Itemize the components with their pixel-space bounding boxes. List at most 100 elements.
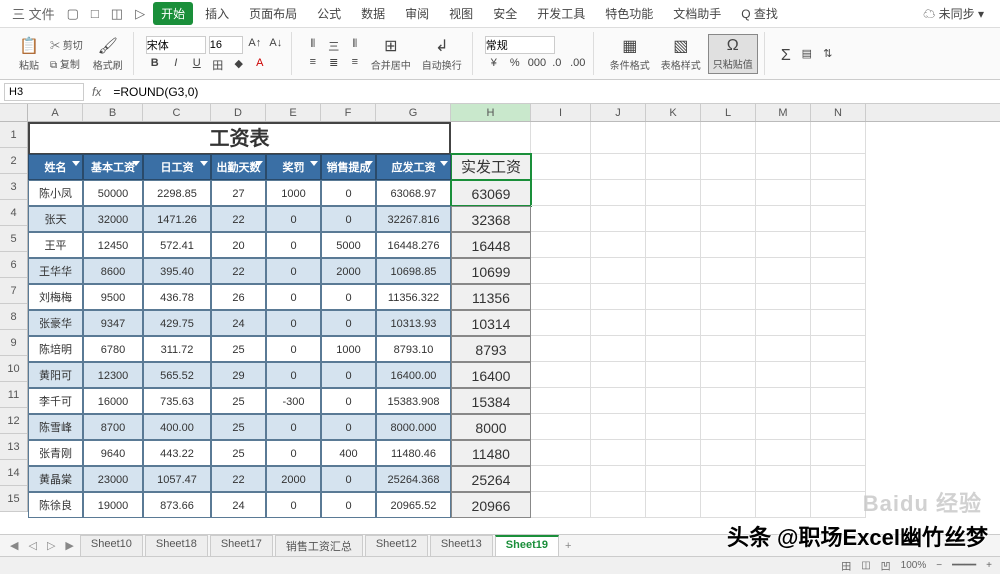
empty-cell[interactable]	[591, 466, 646, 492]
cut-button[interactable]: ✂ 剪切	[47, 36, 86, 53]
app-menu-icon[interactable]: 三 文件	[8, 2, 59, 25]
net-pay-cell[interactable]: 32368	[451, 206, 531, 232]
sheet-tab[interactable]: Sheet17	[210, 535, 273, 556]
empty-cell[interactable]	[756, 232, 811, 258]
sheet-tab[interactable]: Sheet13	[430, 535, 493, 556]
data-cell[interactable]: 429.75	[143, 310, 211, 336]
empty-cell[interactable]	[811, 336, 866, 362]
data-cell[interactable]: 黄阳可	[28, 362, 83, 388]
empty-cell[interactable]	[591, 310, 646, 336]
paste-values-button[interactable]: Ω只粘贴值	[708, 34, 758, 74]
empty-cell[interactable]	[591, 258, 646, 284]
data-cell[interactable]: 735.63	[143, 388, 211, 414]
data-cell[interactable]: 400.00	[143, 414, 211, 440]
empty-cell[interactable]	[646, 206, 701, 232]
empty-cell[interactable]	[531, 414, 591, 440]
data-cell[interactable]: 陈徐良	[28, 492, 83, 518]
empty-cell[interactable]	[756, 310, 811, 336]
redo-icon[interactable]: ◫	[107, 4, 127, 24]
print-icon[interactable]: ▷	[131, 4, 149, 24]
tab-devtools[interactable]: 开发工具	[529, 2, 593, 25]
empty-cell[interactable]	[591, 440, 646, 466]
empty-cell[interactable]	[531, 336, 591, 362]
view-page-icon[interactable]: ◫	[861, 560, 870, 571]
net-pay-cell[interactable]: 20966	[451, 492, 531, 518]
data-cell[interactable]: 1000	[321, 336, 376, 362]
sort-button[interactable]: ⇅	[819, 46, 837, 62]
data-cell[interactable]: 0	[321, 284, 376, 310]
filter-icon[interactable]	[200, 161, 208, 166]
empty-cell[interactable]	[701, 414, 756, 440]
empty-cell[interactable]	[811, 284, 866, 310]
empty-cell[interactable]	[646, 466, 701, 492]
tab-view[interactable]: 视图	[441, 2, 481, 25]
empty-cell[interactable]	[756, 492, 811, 518]
table-header[interactable]: 出勤天数	[211, 154, 266, 180]
empty-cell[interactable]	[756, 258, 811, 284]
data-cell[interactable]: 0	[266, 440, 321, 466]
filter-icon[interactable]	[72, 161, 80, 166]
font-name-select[interactable]	[146, 36, 206, 54]
sync-status[interactable]: ☁ 未同步 ▾	[915, 2, 992, 25]
net-pay-cell[interactable]: 11480	[451, 440, 531, 466]
tab-nav-next[interactable]: ▷	[43, 539, 59, 552]
dec-inc-button[interactable]: .0	[548, 56, 566, 72]
empty-cell[interactable]	[531, 180, 591, 206]
data-cell[interactable]: 12300	[83, 362, 143, 388]
empty-cell[interactable]	[646, 258, 701, 284]
filter-icon[interactable]	[440, 161, 448, 166]
data-cell[interactable]: 25	[211, 414, 266, 440]
data-cell[interactable]: 10313.93	[376, 310, 451, 336]
undo-icon[interactable]: □	[87, 4, 103, 23]
empty-cell[interactable]	[531, 284, 591, 310]
align-right-button[interactable]: ≡	[346, 55, 364, 71]
fx-icon[interactable]: fx	[92, 85, 101, 99]
font-color-button[interactable]: A	[251, 56, 269, 72]
empty-cell[interactable]	[811, 206, 866, 232]
data-cell[interactable]: 0	[321, 492, 376, 518]
zoom-in-button[interactable]: +	[986, 560, 992, 571]
empty-cell[interactable]	[531, 154, 591, 180]
data-cell[interactable]: 张天	[28, 206, 83, 232]
row-header-10[interactable]: 10	[0, 356, 27, 382]
data-cell[interactable]: 63068.97	[376, 180, 451, 206]
data-cell[interactable]: 0	[266, 310, 321, 336]
net-pay-cell[interactable]: 8793	[451, 336, 531, 362]
fill-button[interactable]: ▤	[798, 46, 816, 62]
merge-center-button[interactable]: ⊞合并居中	[367, 34, 415, 74]
select-all-corner[interactable]	[0, 104, 28, 122]
data-cell[interactable]: -300	[266, 388, 321, 414]
data-cell[interactable]: 565.52	[143, 362, 211, 388]
table-header[interactable]: 日工资	[143, 154, 211, 180]
data-cell[interactable]: 2000	[321, 258, 376, 284]
net-pay-cell[interactable]: 11356	[451, 284, 531, 310]
col-header-I[interactable]: I	[531, 104, 591, 121]
net-pay-cell[interactable]: 25264	[451, 466, 531, 492]
data-cell[interactable]: 24	[211, 492, 266, 518]
paste-button[interactable]: 📋粘贴	[14, 34, 44, 74]
empty-cell[interactable]	[531, 388, 591, 414]
data-cell[interactable]: 陈小凤	[28, 180, 83, 206]
empty-cell[interactable]	[811, 310, 866, 336]
empty-cell[interactable]	[646, 414, 701, 440]
empty-cell[interactable]	[646, 362, 701, 388]
filter-icon[interactable]	[310, 161, 318, 166]
table-header[interactable]: 姓名	[28, 154, 83, 180]
data-cell[interactable]: 15383.908	[376, 388, 451, 414]
col-header-E[interactable]: E	[266, 104, 321, 121]
data-cell[interactable]: 16448.276	[376, 232, 451, 258]
format-painter-button[interactable]: 🖌格式刷	[89, 34, 127, 74]
fill-color-button[interactable]: ◆	[230, 56, 248, 72]
data-cell[interactable]: 25	[211, 336, 266, 362]
data-cell[interactable]: 0	[321, 310, 376, 336]
currency-button[interactable]: ¥	[485, 56, 503, 72]
data-cell[interactable]: 11356.322	[376, 284, 451, 310]
data-cell[interactable]: 1000	[266, 180, 321, 206]
data-cell[interactable]: 8793.10	[376, 336, 451, 362]
sheet-tab[interactable]: Sheet12	[365, 535, 428, 556]
empty-cell[interactable]	[591, 180, 646, 206]
empty-cell[interactable]	[591, 284, 646, 310]
data-cell[interactable]: 1057.47	[143, 466, 211, 492]
net-pay-cell[interactable]: 10699	[451, 258, 531, 284]
data-cell[interactable]: 5000	[321, 232, 376, 258]
